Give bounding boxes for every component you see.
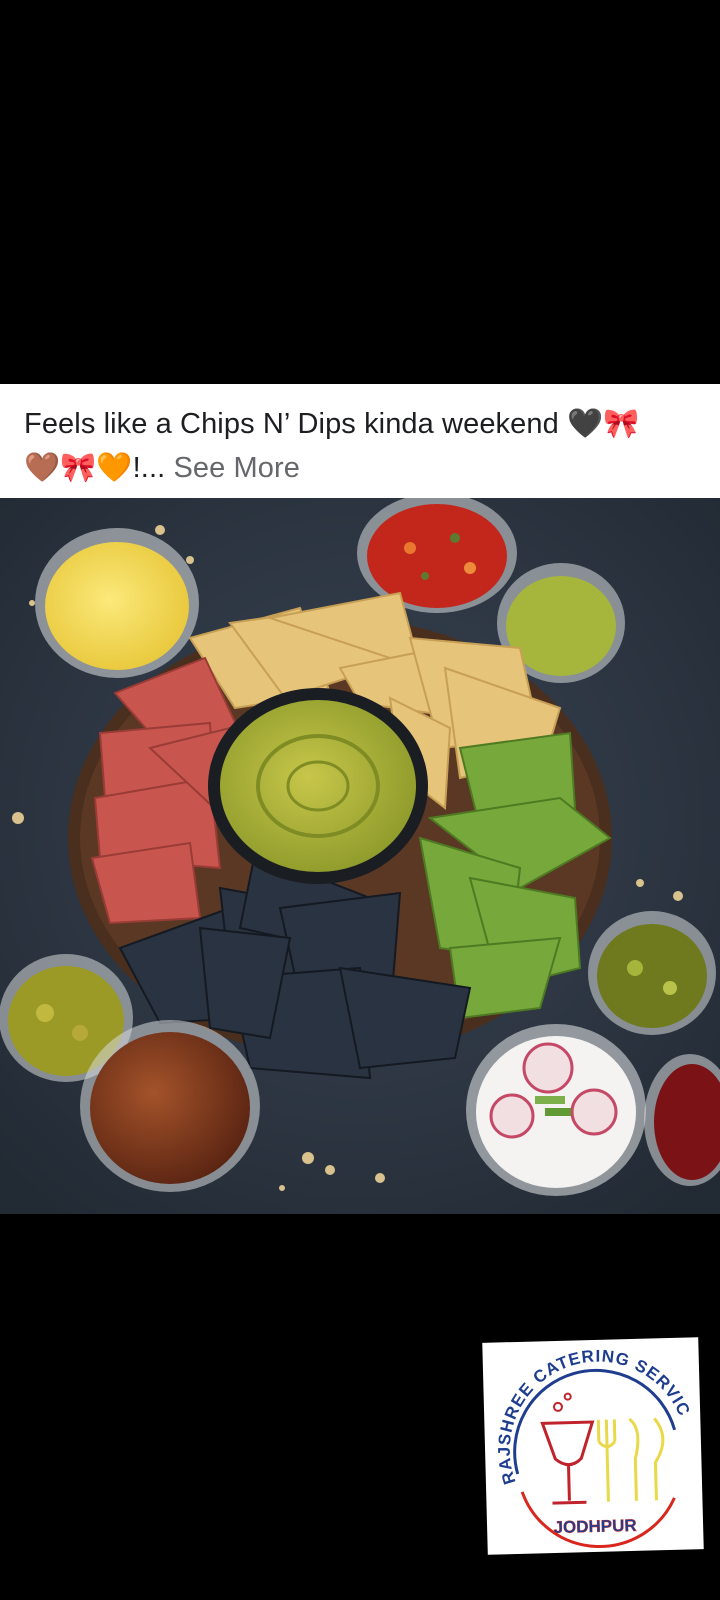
caption-line-2: 🤎🎀🧡!... See More [24, 446, 696, 490]
chips-and-dips-illustration [0, 498, 720, 1214]
company-logo: RAJSHREE CATERING SERVICE JODHPUR [476, 1322, 704, 1555]
post-photo[interactable] [0, 498, 720, 1214]
logo-city: JODHPUR [553, 1516, 637, 1537]
caption-ellipsis: !... [132, 452, 174, 484]
logo-company-name: RAJSHREE CATERING SERVICE [476, 1322, 696, 1487]
see-more-link[interactable]: See More [173, 452, 300, 484]
top-black-area [0, 0, 720, 384]
sour-cream-cup [466, 1024, 646, 1196]
svg-text:RAJSHREE CATERING SERVICE: RAJSHREE CATERING SERVICE [482, 1337, 696, 1487]
post-caption[interactable]: Feels like a Chips N’ Dips kinda weekend… [0, 384, 720, 498]
caption-emoji: 🤎🎀🧡 [24, 452, 133, 484]
guacamole-bowl-center [208, 688, 428, 884]
brown-salsa-cup [80, 1020, 260, 1192]
cutlery-icon [596, 1417, 665, 1502]
cheese-dip-cup [35, 528, 199, 678]
green-chili-salsa-cup [588, 911, 716, 1035]
caption-line-1: Feels like a Chips N’ Dips kinda weekend… [24, 408, 640, 440]
